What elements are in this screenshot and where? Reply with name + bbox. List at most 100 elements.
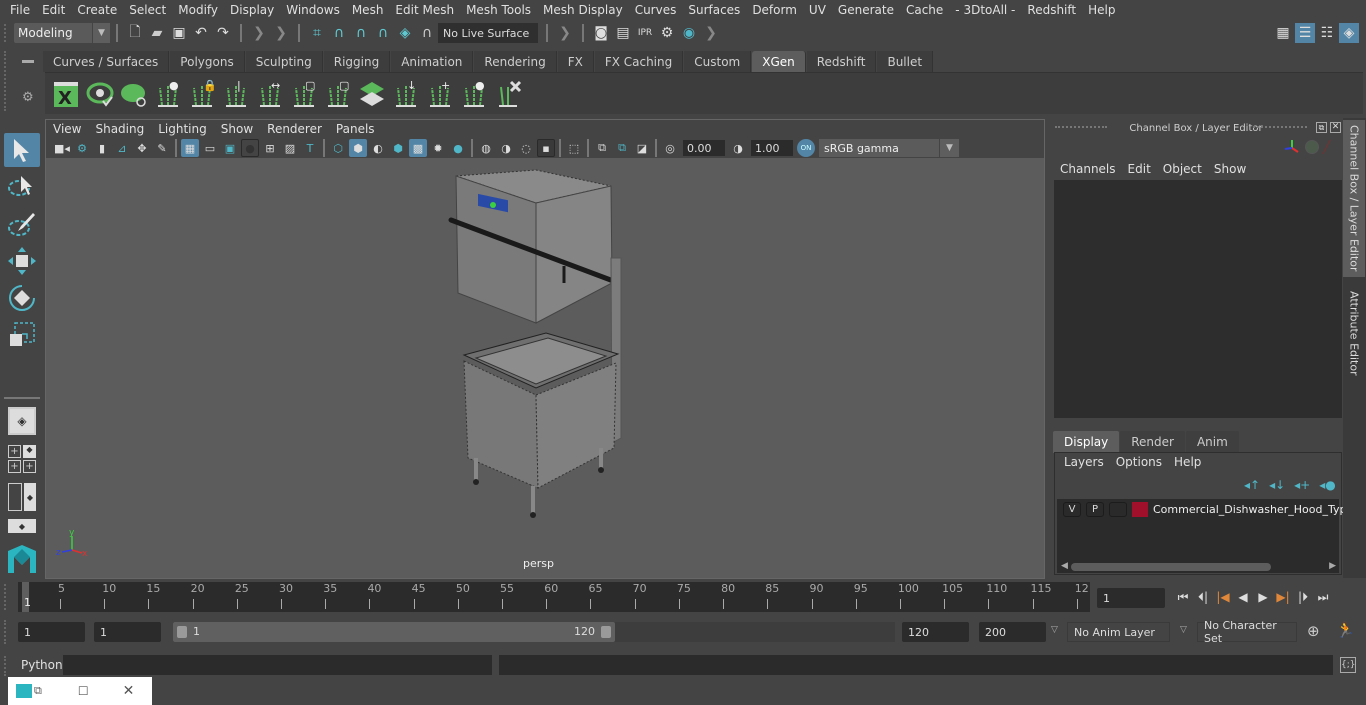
script-language-label[interactable]: Python — [21, 658, 63, 672]
mode-selector[interactable]: Modeling ▼ — [14, 23, 110, 43]
select-tool[interactable] — [4, 133, 40, 167]
shelf-button-flip-guides[interactable]: ↓ — [389, 77, 423, 111]
move-layer-down-icon[interactable]: ◂↓ — [1269, 478, 1285, 492]
multisample-aa-icon[interactable]: ◌ — [517, 139, 535, 157]
camera-select-icon[interactable]: ■◂ — [53, 139, 71, 157]
layer-display-type-toggle[interactable] — [1109, 502, 1127, 517]
menu-edit-mesh[interactable]: Edit Mesh — [389, 3, 460, 17]
shelf-tab-curves-surfaces[interactable]: Curves / Surfaces — [43, 51, 170, 72]
shelf-tab-animation[interactable]: Animation — [391, 51, 474, 72]
color-space-dropdown[interactable]: sRGB gamma ▼ — [819, 139, 959, 157]
collapse-arrow-icon[interactable]: ❯ — [701, 23, 721, 43]
xray-joints-icon[interactable]: ⧉ — [613, 139, 631, 157]
render-view-icon[interactable]: ◙ — [591, 23, 611, 43]
time-slider[interactable]: 1 5 10 15 20 25 30 35 40 45 50 55 60 65 70 75 80 85 90 95 1… — [18, 582, 1090, 612]
shelf-button-preview[interactable] — [83, 77, 117, 111]
shelf-settings-gear-icon[interactable]: ⚙ — [22, 90, 34, 105]
channel-box-area[interactable] — [1054, 180, 1342, 418]
gamma-field[interactable]: 1.00 — [751, 140, 793, 156]
resolution-gate-icon[interactable]: ▣ — [221, 139, 239, 157]
new-scene-icon[interactable]: 🗋 — [125, 23, 145, 43]
isolate-select-icon[interactable]: ⬚ — [565, 139, 583, 157]
viewport-menu-show[interactable]: Show — [214, 122, 260, 136]
shelf-tab-sculpting[interactable]: Sculpting — [245, 51, 323, 72]
undo-icon[interactable]: ↶ — [191, 23, 211, 43]
menu-cache[interactable]: Cache — [900, 3, 949, 17]
layer-tab-anim[interactable]: Anim — [1185, 431, 1239, 453]
anim-start-field[interactable]: 1 — [94, 622, 161, 642]
shelf-button-sculpt-layer[interactable] — [355, 77, 389, 111]
layer-menu-help[interactable]: Help — [1168, 455, 1207, 471]
manipulator-axis-icon[interactable] — [1284, 139, 1300, 155]
safe-title-icon[interactable]: T — [301, 139, 319, 157]
open-scene-icon[interactable]: ▰ — [147, 23, 167, 43]
channel-box-toggle-icon[interactable]: ◈ — [1339, 23, 1359, 43]
xray-components-icon[interactable]: ◪ — [633, 139, 651, 157]
field-chart-icon[interactable]: ⊞ — [261, 139, 279, 157]
shelf-button-delete-guide[interactable] — [491, 77, 525, 111]
menu-redshift[interactable]: Redshift — [1021, 3, 1082, 17]
shelf-tab-custom[interactable]: Custom — [684, 51, 752, 72]
shelf-tab-polygons[interactable]: Polygons — [170, 51, 245, 72]
channel-menu-object[interactable]: Object — [1157, 162, 1208, 176]
use-all-lights-icon[interactable]: ✹ — [429, 139, 447, 157]
live-surface-field[interactable]: No Live Surface — [438, 23, 538, 43]
shelf-tab-xgen[interactable]: XGen — [752, 51, 806, 72]
menu-file[interactable]: File — [4, 3, 36, 17]
grip-handle[interactable] — [4, 656, 10, 676]
bookmark-icon[interactable]: ▮ — [93, 139, 111, 157]
current-frame-field[interactable]: 1 — [1097, 588, 1165, 608]
anim-end-field[interactable]: 200 — [979, 622, 1046, 642]
menu-select[interactable]: Select — [123, 3, 172, 17]
shadows-icon[interactable]: ● — [449, 139, 467, 157]
play-forwards-icon[interactable]: ▶ — [1253, 587, 1273, 607]
layer-tab-display[interactable]: Display — [1053, 431, 1120, 453]
scroll-right-icon[interactable]: ▶ — [1329, 561, 1336, 571]
grip-handle[interactable] — [4, 24, 10, 42]
character-set-chevron-icon[interactable]: ▽ — [1180, 625, 1187, 635]
anim-layer-chevron-icon[interactable]: ▽ — [1051, 625, 1058, 635]
grip-handle[interactable] — [1253, 126, 1307, 128]
tab-attribute-editor[interactable]: Attribute Editor — [1343, 283, 1365, 383]
shelf-tab-fx[interactable]: FX — [557, 51, 594, 72]
shelf-button-add-guides[interactable]: ● — [151, 77, 185, 111]
menu-surfaces[interactable]: Surfaces — [682, 3, 746, 17]
scrollbar-thumb[interactable] — [1071, 563, 1271, 571]
anim-layer-dropdown[interactable]: No Anim Layer — [1067, 622, 1170, 642]
wireframe-icon[interactable]: ⬡ — [329, 139, 347, 157]
outliner-persp-layout-icon[interactable]: ◆ — [8, 483, 36, 511]
move-layer-up-icon[interactable]: ◂↑ — [1244, 478, 1260, 492]
collapse-arrow-icon[interactable]: ❯ — [271, 23, 291, 43]
shelf-button-select-region[interactable]: + — [423, 77, 457, 111]
grip-handle[interactable] — [4, 51, 10, 111]
render-settings-icon[interactable]: ⚙ — [657, 23, 677, 43]
script-editor-icon[interactable]: {;} — [1340, 657, 1356, 673]
scale-tool[interactable] — [4, 318, 40, 352]
wireframe-on-shaded-icon[interactable]: ⬢ — [389, 139, 407, 157]
float-panel-icon[interactable]: ⧉ — [1316, 122, 1327, 133]
shelf-button-select-guides[interactable]: ▢ — [321, 77, 355, 111]
exposure-icon[interactable]: ◎ — [661, 139, 679, 157]
layer-playback-toggle[interactable]: P — [1086, 502, 1104, 517]
menu-mesh-tools[interactable]: Mesh Tools — [460, 3, 537, 17]
viewport-menu-lighting[interactable]: Lighting — [151, 122, 214, 136]
tab-channel-box[interactable]: Channel Box / Layer Editor — [1343, 120, 1365, 277]
dishwasher-model[interactable] — [46, 158, 1044, 578]
lasso-tool[interactable] — [4, 170, 40, 204]
grid-toggle-icon[interactable]: ▦ — [181, 139, 199, 157]
shelf-tab-bullet[interactable]: Bullet — [877, 51, 934, 72]
screen-space-ao-icon[interactable]: ◍ — [477, 139, 495, 157]
channel-menu-channels[interactable]: Channels — [1054, 162, 1122, 176]
save-scene-icon[interactable]: ▣ — [169, 23, 189, 43]
gamma-icon[interactable]: ◑ — [729, 139, 747, 157]
layer-row[interactable]: V P Commercial_Dishwasher_Hood_Type_ — [1063, 502, 1359, 517]
snap-grid-icon[interactable]: ⌗ — [307, 23, 327, 43]
camera-attributes-icon[interactable]: ⚙ — [73, 139, 91, 157]
hyper-key-icon[interactable]: ╱ — [1323, 140, 1337, 154]
shelf-button-place-guides[interactable]: 🔒 — [185, 77, 219, 111]
character-set-dropdown[interactable]: No Character Set — [1197, 619, 1297, 645]
move-tool[interactable] — [4, 244, 40, 278]
shelf-tab-fx-caching[interactable]: FX Caching — [594, 51, 684, 72]
viewport-menu-view[interactable]: View — [46, 122, 88, 136]
scroll-left-icon[interactable]: ◀ — [1061, 561, 1068, 571]
